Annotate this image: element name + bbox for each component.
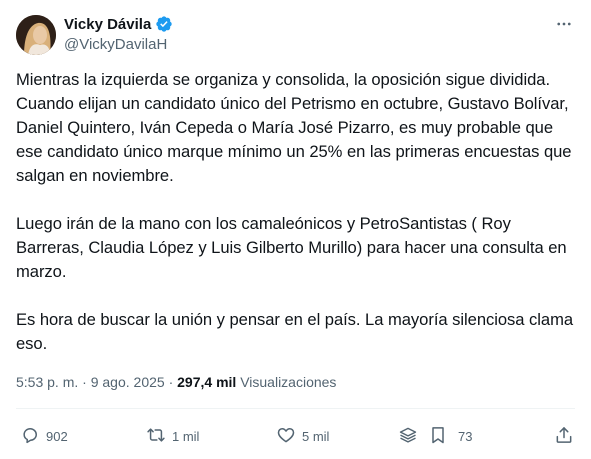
bookmark-group: 73 — [398, 424, 472, 448]
tweet-date[interactable]: 9 ago. 2025 — [91, 374, 165, 390]
tweet-metadata: 5:53 p. m. · 9 ago. 2025 · 297,4 mil Vis… — [16, 374, 336, 390]
reply-icon — [20, 425, 40, 448]
bookmark-count: 73 — [458, 428, 473, 444]
grok-stack-icon[interactable] — [398, 425, 418, 448]
avatar-image — [16, 15, 56, 55]
tweet-card: Vicky Dávila @VickyDavilaH Mientras la i… — [0, 0, 591, 459]
like-icon — [276, 425, 296, 448]
tweet-paragraph-1: Mientras la izquierda se organiza y cons… — [16, 70, 572, 185]
reply-count: 902 — [46, 428, 68, 444]
divider — [16, 408, 575, 409]
reply-button[interactable]: 902 — [20, 424, 68, 448]
avatar[interactable] — [16, 15, 56, 55]
retweet-button[interactable]: 1 mil — [146, 424, 199, 448]
views-count: 297,4 mil — [177, 374, 237, 390]
tweet-text: Mientras la izquierda se organiza y cons… — [16, 68, 582, 356]
author-display-name[interactable]: Vicky Dávila — [64, 16, 151, 33]
like-button[interactable]: 5 mil — [276, 424, 329, 448]
more-options-icon — [555, 15, 573, 38]
share-icon — [554, 425, 574, 448]
views-label: Visualizaciones — [240, 374, 337, 390]
verified-badge-icon — [155, 15, 173, 33]
author-handle[interactable]: @VickyDavilaH — [64, 36, 167, 53]
tweet-paragraph-3: Es hora de buscar la unión y pensar en e… — [16, 310, 574, 353]
like-count: 5 mil — [302, 428, 330, 444]
tweet-paragraph-2: Luego irán de la mano con los camaleónic… — [16, 214, 567, 281]
more-options-button[interactable] — [549, 14, 579, 38]
bookmark-icon[interactable] — [428, 425, 448, 448]
meta-separator: · — [82, 374, 87, 390]
retweet-icon — [146, 425, 166, 448]
meta-separator: · — [168, 374, 174, 390]
action-bar: 902 1 mil 5 mil 73 — [0, 416, 591, 456]
tweet-time[interactable]: 5:53 p. m. — [16, 374, 78, 390]
share-button[interactable] — [554, 424, 574, 448]
author-name-row: Vicky Dávila — [64, 14, 173, 34]
retweet-count: 1 mil — [172, 428, 200, 444]
